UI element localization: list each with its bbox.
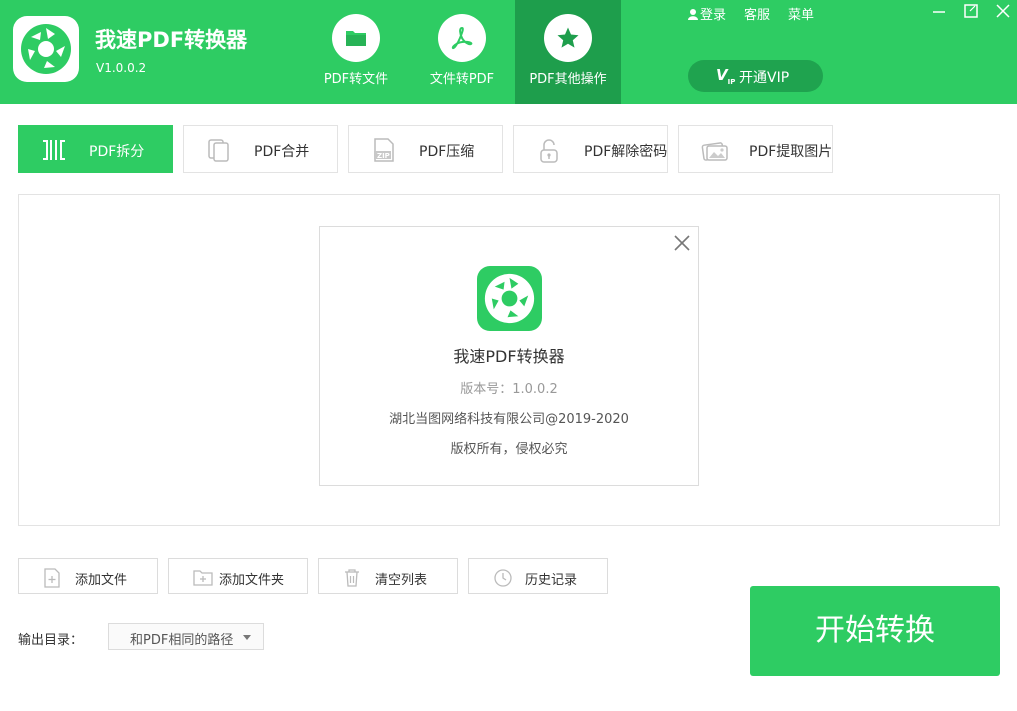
folder-icon — [332, 14, 380, 62]
add-folder-label: 添加文件夹 — [219, 573, 285, 588]
maximize-button[interactable] — [961, 2, 981, 20]
acrobat-icon — [438, 14, 486, 62]
open-vip-button[interactable]: VIP 开通VIP — [688, 60, 823, 92]
sub-tab-pdf-merge[interactable]: PDF合并 — [183, 125, 338, 173]
output-dir-label: 输出目录： — [18, 633, 84, 648]
maximize-icon — [964, 4, 978, 18]
minimize-icon — [933, 11, 945, 13]
close-icon — [996, 4, 1010, 18]
about-version: 版本号：1.0.0.2 — [460, 382, 558, 397]
sub-tab-pdf-extract-image[interactable]: PDF提取图片 — [678, 125, 833, 173]
nav-tab-label: PDF转文件 — [323, 72, 389, 87]
sub-tab-label: PDF提取图片 — [749, 144, 833, 160]
title-bar: 我速PDF转换器 V1.0.0.2 PDF转文件 文件转PDF PDF其他操作 … — [0, 0, 1017, 104]
sub-tab-label: PDF解除密码 — [584, 144, 668, 160]
about-rights: 版权所有，侵权必究 — [450, 442, 568, 457]
user-icon — [688, 9, 698, 20]
trash-icon — [345, 569, 359, 587]
chevron-down-icon — [243, 635, 251, 640]
start-convert-button[interactable]: 开始转换 — [750, 586, 1000, 676]
add-file-icon — [44, 568, 60, 588]
nav-tab-pdf-other[interactable]: PDF其他操作 — [515, 0, 621, 104]
clock-icon — [494, 569, 512, 587]
about-company: 湖北当图网络科技有限公司@2019-2020 — [389, 412, 629, 427]
history-button[interactable]: 历史记录 — [468, 558, 608, 594]
merge-icon — [208, 139, 229, 162]
sub-tab-label: PDF合并 — [254, 144, 310, 160]
app-logo-icon — [13, 16, 79, 82]
sub-tab-pdf-compress[interactable]: ZIP PDF压缩 — [348, 125, 503, 173]
clear-list-label: 清空列表 — [375, 573, 428, 588]
output-dir-value: 和PDF相同的路径 — [130, 633, 234, 648]
sub-tab-pdf-unlock[interactable]: PDF解除密码 — [513, 125, 668, 173]
history-label: 历史记录 — [525, 573, 578, 588]
app-logo-icon — [477, 266, 542, 331]
app-version: V1.0.0.2 — [96, 61, 147, 75]
add-file-label: 添加文件 — [75, 573, 128, 588]
about-close-button[interactable] — [672, 233, 692, 253]
login-link[interactable]: 登录 — [688, 4, 726, 23]
add-file-button[interactable]: 添加文件 — [18, 558, 158, 594]
close-icon — [674, 235, 690, 251]
about-dialog: 我速PDF转换器 版本号：1.0.0.2 湖北当图网络科技有限公司@2019-2… — [319, 226, 699, 486]
sub-tab-label: PDF压缩 — [419, 144, 475, 160]
svg-text:ZIP: ZIP — [377, 152, 390, 160]
clear-list-button[interactable]: 清空列表 — [318, 558, 458, 594]
vip-label: 开通VIP — [739, 70, 790, 86]
star-icon — [544, 14, 592, 62]
add-folder-icon — [193, 570, 213, 586]
sub-tab-label: PDF拆分 — [89, 144, 145, 160]
split-icon — [43, 140, 65, 160]
nav-tab-label: 文件转PDF — [429, 72, 495, 87]
menu-link[interactable]: 菜单 — [788, 4, 814, 23]
minimize-button[interactable] — [929, 2, 949, 20]
login-label: 登录 — [700, 8, 727, 23]
add-folder-button[interactable]: 添加文件夹 — [168, 558, 308, 594]
image-icon — [701, 142, 728, 161]
vip-icon: VIP — [716, 66, 736, 86]
nav-tab-pdf-to-file[interactable]: PDF转文件 — [303, 0, 409, 104]
unlock-icon — [540, 139, 558, 163]
zip-icon: ZIP — [374, 138, 394, 162]
nav-tab-label: PDF其他操作 — [529, 72, 607, 87]
close-button[interactable] — [993, 2, 1013, 20]
sub-tab-pdf-split[interactable]: PDF拆分 — [18, 125, 173, 173]
nav-tab-file-to-pdf[interactable]: 文件转PDF — [409, 0, 515, 104]
about-app-name: 我速PDF转换器 — [453, 347, 565, 366]
output-dir-select[interactable]: 和PDF相同的路径 — [108, 623, 264, 650]
service-link[interactable]: 客服 — [744, 4, 770, 23]
app-title: 我速PDF转换器 — [95, 28, 248, 52]
